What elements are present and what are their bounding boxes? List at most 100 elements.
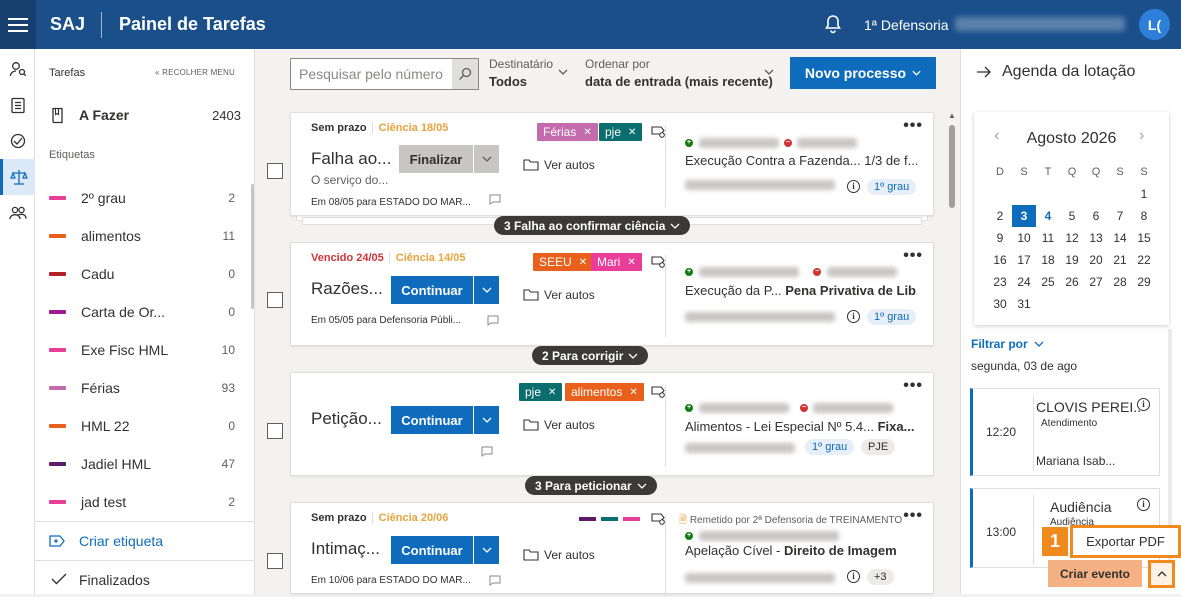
tag-settings-icon[interactable] [651, 125, 666, 138]
calendar-day[interactable]: 24 [1012, 271, 1036, 293]
action-dropdown-button[interactable] [473, 145, 499, 173]
people-icon[interactable] [0, 195, 35, 231]
comment-icon[interactable] [489, 194, 501, 205]
calendar-day[interactable]: 15 [1132, 227, 1156, 249]
calendar-day[interactable]: 14 [1108, 227, 1132, 249]
group-toggle[interactable]: 2 Para corrigir [532, 346, 649, 365]
tag-chip[interactable]: SEEU ✕ [533, 253, 594, 271]
continue-button[interactable]: Continuar [391, 276, 473, 304]
calendar-day[interactable]: 22 [1132, 249, 1156, 271]
recipient-filter[interactable]: Destinatário Todos [489, 57, 568, 89]
filter-by-dropdown[interactable]: Filtrar por [971, 337, 1044, 351]
task-checkbox[interactable] [267, 423, 283, 439]
action-dropdown-button[interactable] [473, 276, 499, 304]
tag-settings-icon[interactable] [651, 512, 666, 525]
calendar-day[interactable]: 9 [988, 227, 1012, 249]
bell-icon[interactable] [822, 13, 844, 35]
calendar-day[interactable]: 2 [988, 205, 1012, 227]
tag-chip[interactable]: Mari ✕ [591, 253, 642, 271]
sidebar-item-a-fazer[interactable]: A Fazer 2403 [35, 97, 255, 133]
comment-icon[interactable] [489, 575, 501, 586]
task-checkbox[interactable] [267, 292, 283, 308]
task-list-scrollbar[interactable]: ▲ [946, 107, 958, 594]
info-icon[interactable]: i [847, 570, 860, 583]
close-icon[interactable]: ✕ [627, 257, 635, 268]
calendar-day[interactable]: 1 [1132, 183, 1156, 205]
create-event-button[interactable]: Criar evento [1048, 560, 1142, 587]
sidebar-tag-item[interactable]: Jadiel HML 47 [35, 445, 251, 483]
calendar-day[interactable]: 31 [1012, 293, 1036, 315]
hamburger-menu-icon[interactable] [0, 0, 36, 49]
calendar-day[interactable]: 29 [1132, 271, 1156, 293]
tag-chip[interactable]: pje ✕ [599, 123, 643, 141]
close-icon[interactable]: ✕ [628, 127, 636, 138]
arrow-right-icon[interactable] [976, 66, 992, 78]
close-icon[interactable]: ✕ [583, 127, 591, 138]
sidebar-tag-item[interactable]: HML 22 0 [35, 407, 251, 445]
continue-button[interactable]: Continuar [391, 406, 473, 434]
group-toggle[interactable]: 3 Para peticionar [525, 476, 657, 495]
order-by-filter[interactable]: Ordenar por data de entrada (mais recent… [585, 57, 774, 89]
finalize-button[interactable]: Finalizar [399, 145, 473, 173]
avatar[interactable]: L( [1139, 9, 1170, 40]
expand-actions-button[interactable] [1148, 560, 1175, 588]
task-title[interactable]: Razões... [311, 279, 383, 299]
close-icon[interactable]: ✕ [579, 257, 587, 268]
user-search-icon[interactable] [0, 51, 35, 87]
tag-settings-icon[interactable] [651, 385, 666, 398]
task-card[interactable]: Sem prazo Ciência 20/06 Intimaç... Em 10/… [290, 502, 934, 597]
sidebar-tag-item[interactable]: Férias 93 [35, 369, 251, 407]
calendar-day[interactable]: 4 [1036, 205, 1060, 227]
calendar-day[interactable]: 30 [988, 293, 1012, 315]
sidebar-scrollbar[interactable] [251, 184, 254, 309]
tag-chip[interactable]: pje ✕ [519, 383, 563, 401]
calendar-day[interactable]: 20 [1084, 249, 1108, 271]
export-pdf-button[interactable]: Exportar PDF [1070, 525, 1181, 558]
calendar-day[interactable]: 25 [1036, 271, 1060, 293]
task-card[interactable]: Sem prazo Ciência 18/05 Falha ao... O ser… [290, 112, 934, 216]
calendar-day[interactable]: 28 [1108, 271, 1132, 293]
more-options-icon[interactable]: ••• [903, 377, 923, 395]
calendar-day[interactable]: 21 [1108, 249, 1132, 271]
sidebar-tag-item[interactable]: Carta de Or... 0 [35, 293, 251, 331]
chevron-right-icon[interactable]: › [1139, 127, 1144, 145]
calendar-day[interactable]: 5 [1060, 205, 1084, 227]
agenda-header[interactable]: Agenda da lotação [976, 63, 1135, 81]
scales-icon[interactable] [0, 159, 35, 195]
calendar-day[interactable]: 16 [988, 249, 1012, 271]
calendar-day[interactable]: 3 [1012, 205, 1036, 227]
continue-button[interactable]: Continuar [391, 536, 473, 564]
organization-selector[interactable]: 1ª Defensoria [864, 17, 949, 33]
more-badges[interactable]: +3 [867, 569, 894, 585]
action-dropdown-button[interactable] [473, 406, 499, 434]
calendar-day[interactable]: 7 [1108, 205, 1132, 227]
calendar-day[interactable]: 10 [1012, 227, 1036, 249]
tag-color-swatch[interactable] [623, 517, 640, 521]
view-case-files-link[interactable]: Ver autos [523, 418, 595, 432]
comment-icon[interactable] [481, 446, 493, 457]
tag-color-swatch[interactable] [579, 517, 596, 521]
search-input[interactable] [291, 59, 453, 89]
info-icon[interactable]: i [847, 180, 860, 193]
brand-logo[interactable]: SAJ [50, 14, 85, 35]
close-icon[interactable]: ✕ [629, 387, 637, 398]
calendar-day[interactable]: 27 [1084, 271, 1108, 293]
calendar-day[interactable]: 18 [1036, 249, 1060, 271]
collapse-menu-button[interactable]: « RECOLHER MENU [155, 68, 235, 77]
sidebar-item-finalizados[interactable]: Finalizados [35, 560, 255, 594]
task-card[interactable]: Vencido 24/05 Ciência 14/05 Razões... Em … [290, 242, 934, 346]
sidebar-tag-item[interactable]: alimentos 11 [35, 217, 251, 255]
tag-chip[interactable]: alimentos ✕ [565, 383, 644, 401]
task-checkbox[interactable] [267, 553, 283, 569]
view-case-files-link[interactable]: Ver autos [523, 548, 595, 562]
more-options-icon[interactable]: ••• [903, 507, 923, 525]
task-title[interactable]: Falha ao... [311, 149, 395, 169]
calendar-day[interactable]: 6 [1084, 205, 1108, 227]
calendar-day[interactable]: 13 [1084, 227, 1108, 249]
task-card[interactable]: Petição... Continuar pje ✕ alimentos ✕ Ver… [290, 372, 934, 476]
comment-icon[interactable] [487, 315, 499, 326]
info-icon[interactable]: i [1137, 398, 1150, 411]
calendar-day[interactable]: 12 [1060, 227, 1084, 249]
view-case-files-link[interactable]: Ver autos [523, 288, 595, 302]
calendar-day[interactable]: 23 [988, 271, 1012, 293]
